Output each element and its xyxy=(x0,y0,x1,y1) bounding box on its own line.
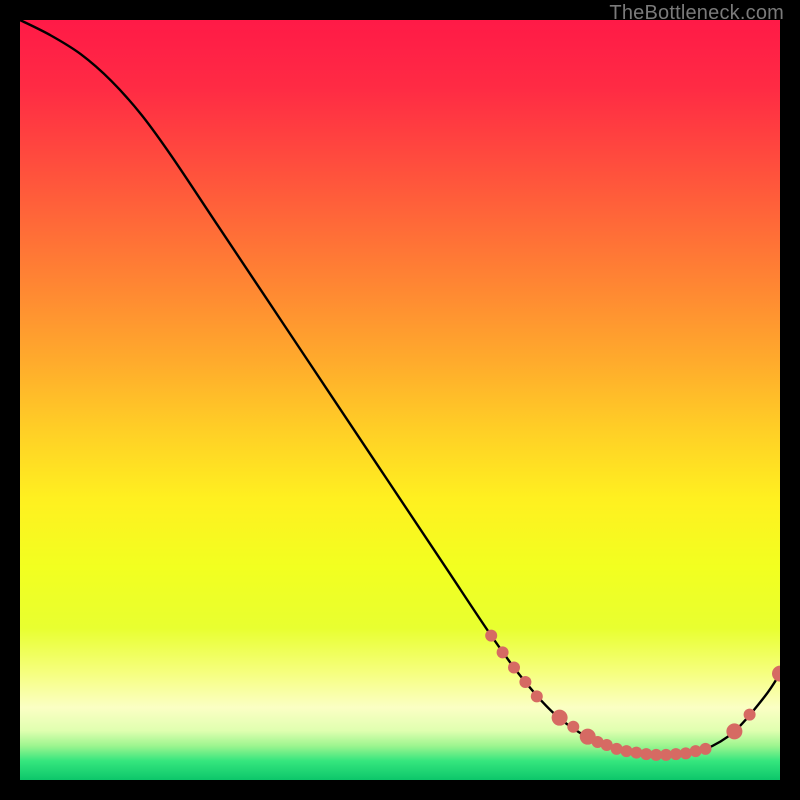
data-point xyxy=(552,710,568,726)
data-point xyxy=(700,743,712,755)
gradient-background xyxy=(20,20,780,780)
data-point xyxy=(485,630,497,642)
data-point xyxy=(744,709,756,721)
chart-frame: TheBottleneck.com xyxy=(20,20,780,780)
data-point xyxy=(726,723,742,739)
data-point xyxy=(519,676,531,688)
chart-plot xyxy=(20,20,780,780)
data-point xyxy=(497,646,509,658)
data-point xyxy=(531,690,543,702)
data-point xyxy=(508,662,520,674)
data-point xyxy=(567,721,579,733)
